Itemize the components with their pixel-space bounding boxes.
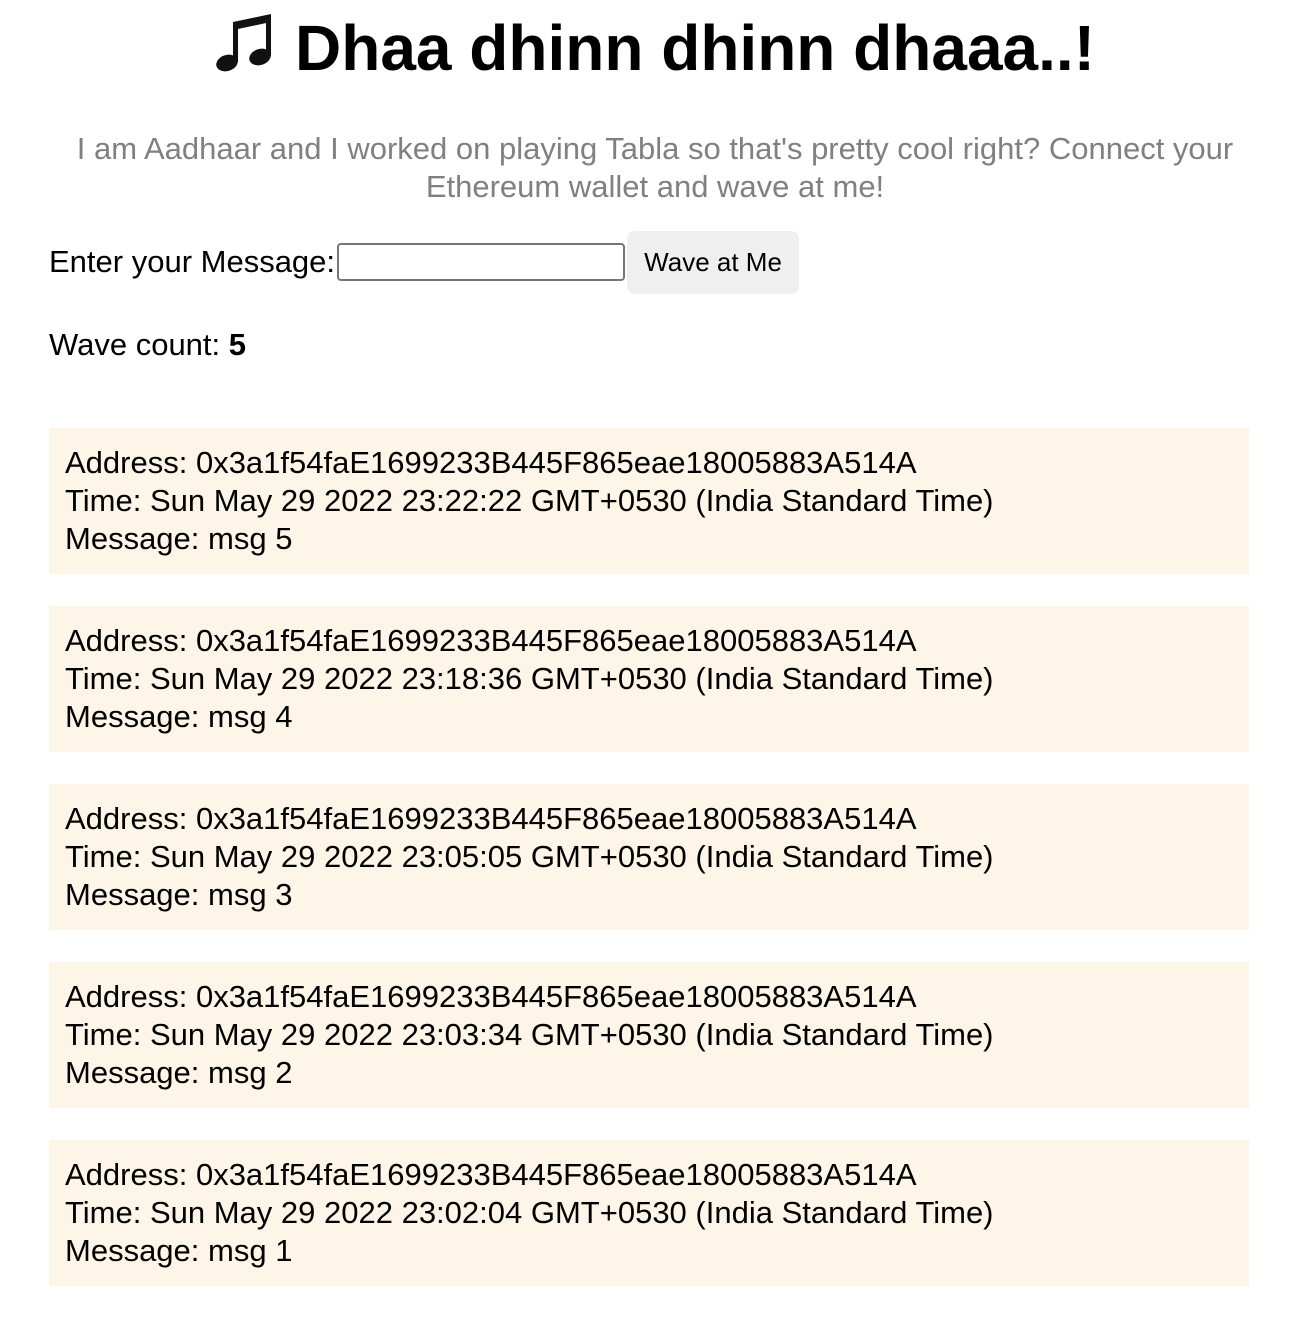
bio-text: I am Aadhaar and I worked on playing Tab… — [76, 131, 1234, 204]
message-label: Enter your Message: — [49, 244, 336, 279]
message-input[interactable] — [337, 243, 626, 281]
wave-card: Address: 0x3a1f54faE1699233B445F865eae18… — [49, 962, 1249, 1108]
wave-time: Time: Sun May 29 2022 23:22:22 GMT+0530 … — [65, 483, 994, 518]
wave-address: Address: 0x3a1f54faE1699233B445F865eae18… — [65, 801, 917, 836]
wave-count-value: 5 — [228, 327, 247, 362]
wave-message: Message: msg 3 — [65, 877, 293, 912]
wave-message: Message: msg 4 — [65, 699, 293, 734]
wave-form: Enter your Message: Wave at Me — [49, 230, 800, 294]
wave-time: Time: Sun May 29 2022 23:02:04 GMT+0530 … — [65, 1195, 994, 1230]
wave-address: Address: 0x3a1f54faE1699233B445F865eae18… — [65, 445, 917, 480]
wave-count-label: Wave count: — [49, 327, 229, 362]
wave-card: Address: 0x3a1f54faE1699233B445F865eae18… — [49, 606, 1249, 752]
wave-address: Address: 0x3a1f54faE1699233B445F865eae18… — [65, 1157, 917, 1192]
wave-message: Message: msg 2 — [65, 1055, 293, 1090]
wave-card: Address: 0x3a1f54faE1699233B445F865eae18… — [49, 784, 1249, 930]
wave-message: Message: msg 5 — [65, 521, 293, 556]
wave-card: Address: 0x3a1f54faE1699233B445F865eae18… — [49, 428, 1249, 574]
wave-message: Message: msg 1 — [65, 1233, 293, 1268]
wave-count: Wave count: 5 — [49, 326, 246, 364]
wave-address: Address: 0x3a1f54faE1699233B445F865eae18… — [65, 623, 917, 658]
musical-notes-icon — [216, 14, 271, 72]
page-title: Dhaa dhinn dhinn dhaaa..! — [295, 12, 1095, 84]
wave-address: Address: 0x3a1f54faE1699233B445F865eae18… — [65, 979, 917, 1014]
wave-time: Time: Sun May 29 2022 23:05:05 GMT+0530 … — [65, 839, 994, 874]
wave-time: Time: Sun May 29 2022 23:18:36 GMT+0530 … — [65, 661, 994, 696]
page-header: Dhaa dhinn dhinn dhaaa..! — [0, 0, 1310, 88]
wave-button[interactable]: Wave at Me — [627, 230, 800, 294]
wave-list: Address: 0x3a1f54faE1699233B445F865eae18… — [49, 428, 1249, 1318]
wave-card: Address: 0x3a1f54faE1699233B445F865eae18… — [49, 1140, 1249, 1286]
wave-time: Time: Sun May 29 2022 23:03:34 GMT+0530 … — [65, 1017, 994, 1052]
